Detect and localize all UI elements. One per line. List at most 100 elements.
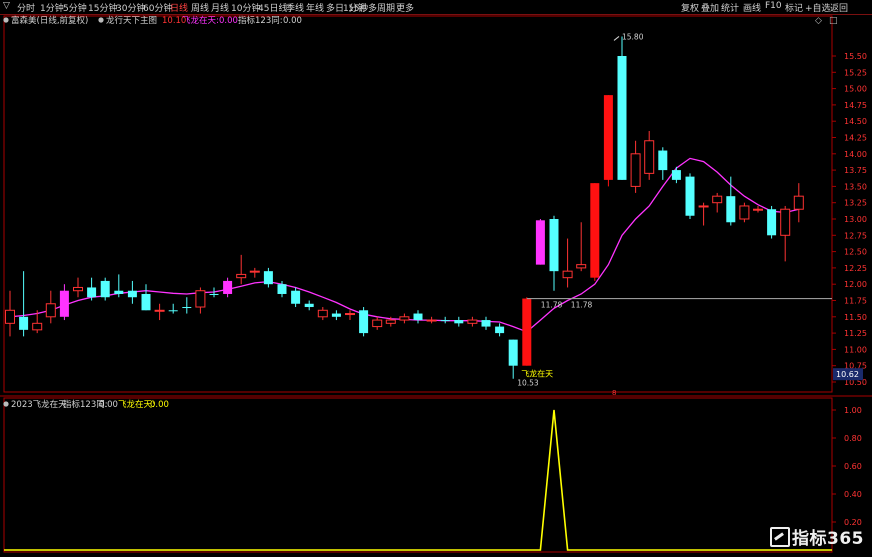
candle-body <box>495 326 505 334</box>
sub-dot-icon[interactable] <box>3 401 9 407</box>
candle <box>644 130 655 180</box>
candle-body <box>413 313 423 321</box>
candle <box>345 310 355 321</box>
candle <box>304 300 314 311</box>
sub-signal-line <box>4 409 832 551</box>
candle-body <box>793 195 804 210</box>
main-plot-border <box>3 15 833 393</box>
candle-body <box>535 220 545 265</box>
candle <box>508 339 518 379</box>
current-price-label: 10.62 <box>836 370 859 379</box>
candle-body <box>590 183 600 278</box>
chart-canvas: 富森美(日线,前复权) 龙行天下主图 10.10 飞龙在天: 0.00 指标12… <box>0 15 872 553</box>
price-tick-label: 15.25 <box>844 68 867 77</box>
candle-body <box>767 209 777 236</box>
chart-frame <box>0 15 872 553</box>
chart-window: ▽ 分时 1分钟 5分钟 15分钟 30分钟 60分钟 日线 周线 月线 10分… <box>0 0 872 557</box>
ma-line-layer <box>9 157 799 333</box>
candle-body <box>345 313 355 316</box>
ref-value: 0.00 <box>283 16 302 26</box>
candle <box>141 284 151 311</box>
candle <box>236 254 247 285</box>
candle-body <box>712 195 723 204</box>
high-pointer <box>613 36 620 41</box>
candle <box>399 313 410 324</box>
candle <box>426 316 437 324</box>
candle <box>59 284 69 321</box>
candle-body <box>603 95 613 180</box>
candle <box>87 277 97 301</box>
candle <box>481 316 491 330</box>
candle <box>249 267 260 278</box>
candle-body <box>19 316 29 330</box>
candle <box>753 205 763 213</box>
candle-body <box>236 273 247 279</box>
candle-body <box>739 205 750 220</box>
ref-label: 指标123同: <box>238 15 283 26</box>
candle <box>630 140 641 193</box>
indicator-dot-icon[interactable] <box>98 17 104 23</box>
settings-dot-icon[interactable] <box>3 17 9 23</box>
price-tick-label: 14.75 <box>844 101 867 110</box>
sub-tick-label: 0.80 <box>844 434 862 443</box>
price-tick-label: 14.00 <box>844 150 867 159</box>
candle <box>739 202 750 223</box>
main-panel-header: 富森美(日线,前复权) 龙行天下主图 10.10 飞龙在天: 0.00 指标12… <box>3 15 838 26</box>
candle <box>359 307 369 337</box>
price-axis: 15.50 15.25 15.00 14.75 14.50 14.25 14.00 13.75… <box>832 52 867 387</box>
diamond-icon[interactable]: ◇ <box>815 16 822 26</box>
price-tick-label: 13.75 <box>844 166 867 175</box>
candle-body <box>127 290 137 298</box>
price-tick-label: 12.25 <box>844 264 867 273</box>
candle <box>617 36 627 180</box>
price-tick-label: 12.50 <box>844 248 867 257</box>
candle-body <box>726 196 736 223</box>
resistance-label-2: 11.78 <box>571 301 593 310</box>
signal-polyline <box>4 409 832 551</box>
price-tick-label: 12.00 <box>844 280 867 289</box>
candle-body <box>385 319 396 324</box>
candle <box>590 183 600 281</box>
candle <box>454 316 464 327</box>
candle-body <box>209 293 219 295</box>
candle-body <box>426 319 437 322</box>
watermark-text: 指标365 <box>792 529 864 549</box>
price-tick-label: 15.50 <box>844 52 867 61</box>
candle <box>182 297 192 314</box>
candle-body <box>780 208 791 236</box>
candle-body <box>223 280 233 294</box>
sub-axis: 1.000.800.600.400.20 <box>832 406 862 527</box>
candle-body <box>168 310 178 312</box>
candle <box>45 290 56 324</box>
sub-panel-header: 2023飞龙在天 指标123同: 0.00 飞龙在天: 0.00 <box>3 399 169 410</box>
square-icon[interactable]: □ <box>829 16 838 26</box>
sub-plot-border <box>3 397 833 553</box>
candle-body <box>87 287 97 298</box>
sub-tick-label: 0.60 <box>844 462 862 471</box>
candle-body <box>481 320 491 327</box>
candle <box>767 205 777 239</box>
candle-body <box>522 298 532 366</box>
candle-body <box>45 303 56 318</box>
candle-body <box>154 309 165 312</box>
candle <box>413 310 423 324</box>
price-tick-label: 15.00 <box>844 85 867 94</box>
candlestick-layer <box>5 36 804 379</box>
watermark-logo: 指标365 <box>770 524 864 549</box>
candle-body <box>195 290 206 308</box>
candle <box>263 267 273 288</box>
candle <box>535 219 545 265</box>
price-tick-label: 11.25 <box>844 329 867 338</box>
candle-body <box>671 170 681 180</box>
candle-body <box>59 290 69 317</box>
low-label: 10.53 <box>517 379 539 388</box>
candle-body <box>372 319 383 328</box>
marker-text: 8 <box>612 389 616 397</box>
candle <box>223 277 233 298</box>
candle <box>793 183 804 223</box>
candle <box>562 238 573 288</box>
candle-body <box>576 264 587 269</box>
candle <box>100 277 110 301</box>
candle-body <box>331 313 341 317</box>
candle-body <box>291 290 301 304</box>
